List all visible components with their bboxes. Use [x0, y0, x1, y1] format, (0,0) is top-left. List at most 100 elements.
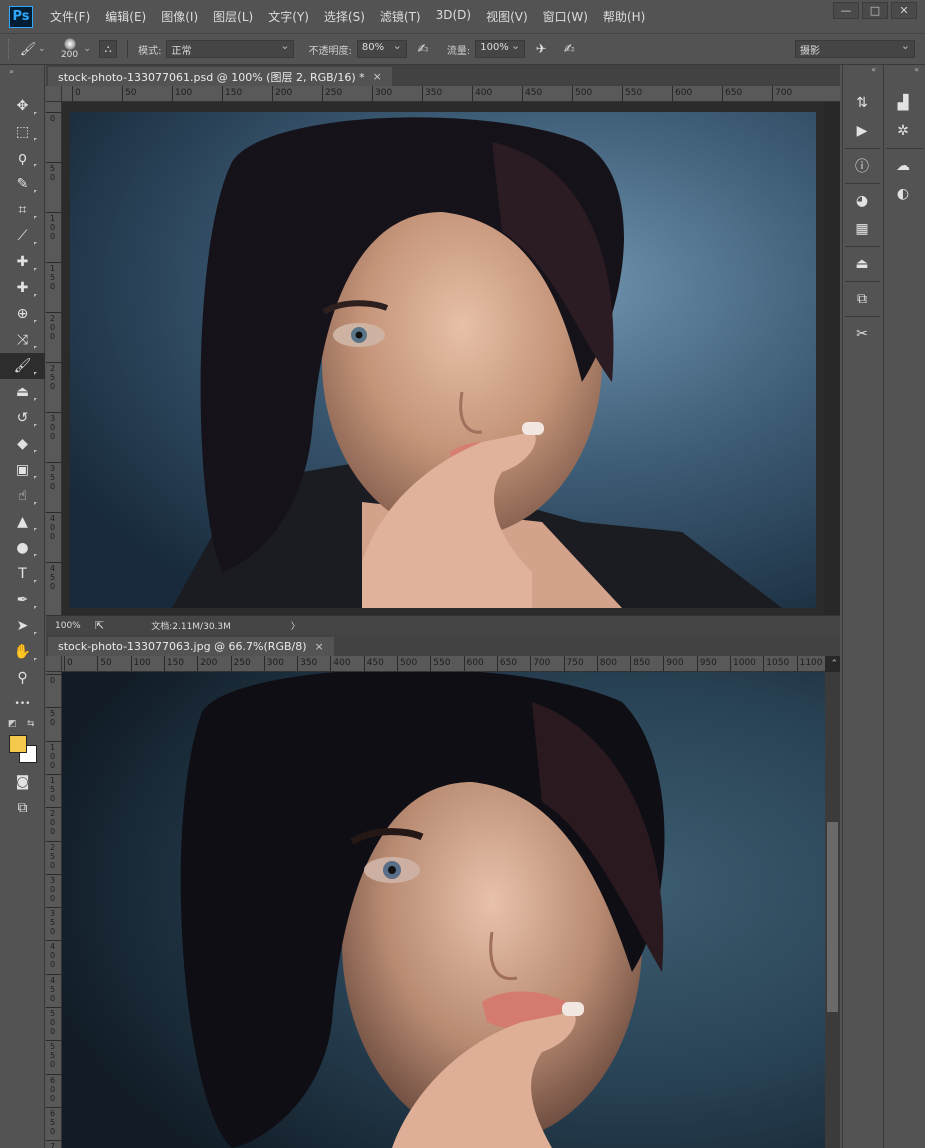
lasso-tool[interactable]: ϙ	[0, 145, 45, 171]
patch-tool[interactable]: ✚	[0, 275, 45, 301]
paths-panel-icon[interactable]: ⧉	[843, 285, 881, 313]
pressure-size-icon[interactable]: ✍	[559, 39, 579, 59]
menu-item-5[interactable]: 选择(S)	[324, 8, 365, 25]
collapse-dock-2-icon[interactable]: «	[884, 65, 925, 79]
eyedropper-tool[interactable]: ⟋	[0, 223, 45, 249]
more-tools-icon: •••	[14, 699, 31, 709]
libraries-panel-icon[interactable]: ☁	[884, 152, 922, 180]
color-panel-icon[interactable]: ◕	[843, 187, 881, 215]
doc2-hruler-tick: 400	[330, 656, 351, 671]
brush-size-picker[interactable]: 200	[56, 35, 84, 63]
workspace-select[interactable]: 摄影	[795, 39, 915, 58]
move-tool[interactable]: ✥	[0, 93, 45, 119]
brush-tool-icon: 🖌	[13, 358, 32, 374]
path-select-tool[interactable]: ➤	[0, 613, 45, 639]
menu-item-0[interactable]: 文件(F)	[50, 8, 90, 25]
doc1-hruler-tick: 300	[372, 86, 392, 101]
more-tools[interactable]: •••	[0, 691, 45, 717]
history-panel-icon[interactable]: ⇅	[843, 89, 881, 117]
brush-settings-panel-icon[interactable]: ⛬	[99, 40, 118, 58]
dodge-tool[interactable]: ●	[0, 535, 45, 561]
blend-mode-select[interactable]: 正常	[166, 39, 295, 58]
pressure-opacity-icon[interactable]: ✍	[413, 39, 433, 59]
screen-mode-icon[interactable]: ⧉	[0, 795, 45, 821]
menu-item-1[interactable]: 编辑(E)	[105, 8, 146, 25]
sharpen-tool[interactable]: ▲	[0, 509, 45, 535]
menu-item-4[interactable]: 文字(Y)	[268, 8, 309, 25]
doc2-hruler-tick: 850	[630, 656, 650, 671]
menu-item-10[interactable]: 帮助(H)	[603, 8, 645, 25]
smudge-tool[interactable]: ☝	[0, 483, 45, 509]
flow-input[interactable]: 100%	[475, 39, 526, 58]
doc2-ruler-origin[interactable]	[46, 656, 62, 672]
swap-colors-icon[interactable]: ⇆	[27, 719, 35, 729]
eraser-tool[interactable]: ◆	[0, 431, 45, 457]
brush-picker-chevron-icon[interactable]: ⌄	[84, 44, 92, 54]
navigator-panel-icon[interactable]: ✲	[884, 117, 922, 145]
color-swatches	[0, 733, 44, 767]
histogram-panel-icon[interactable]: ▟	[884, 89, 922, 117]
quick-select-tool[interactable]: ✎	[0, 171, 45, 197]
doc2-vertical-ruler[interactable]: 0 5 0 1 0 0 1 5 0 2 0 0 2 5 0 3 0 0 3 5 0 4 0 0 4…	[46, 672, 62, 1148]
doc1-vruler-tick: 4 0 0	[46, 512, 61, 541]
menu-item-7[interactable]: 3D(D)	[436, 8, 471, 25]
doc2-vertical-scrollbar[interactable]	[825, 672, 840, 1148]
brush-tool[interactable]: 🖌	[0, 353, 45, 379]
doc2-close-icon[interactable]: ×	[315, 640, 324, 653]
menu-item-3[interactable]: 图层(L)	[213, 8, 253, 25]
actions-panel-icon[interactable]: ▶	[843, 117, 881, 145]
doc1-zoom-value[interactable]: 100%	[55, 621, 95, 631]
history-brush-tool[interactable]: ↺	[0, 405, 45, 431]
adjustments-panel-icon[interactable]: ◐	[884, 180, 922, 208]
maximize-button[interactable]: □	[862, 2, 888, 19]
crop-tool[interactable]: ⌗	[0, 197, 45, 223]
doc2-hruler-tick: 450	[363, 656, 384, 671]
marquee-tool[interactable]: ⬚	[0, 119, 45, 145]
gradient-tool[interactable]: ▣	[0, 457, 45, 483]
doc1-ruler-origin[interactable]	[46, 86, 62, 102]
doc1-tab[interactable]: stock-photo-133077061.psd @ 100% (图层 2, …	[48, 67, 392, 86]
doc1-horizontal-ruler[interactable]: 0 50 100 150 200 250 300 350 400 450 500 550 600 650 7…	[62, 86, 840, 102]
menu-item-2[interactable]: 图像(I)	[161, 8, 198, 25]
tool-preset-chevron-icon[interactable]: ⌄	[38, 44, 46, 54]
tool-presets-panel-icon[interactable]: ✂	[843, 320, 881, 348]
doc1-vertical-ruler[interactable]: 0 5 0 1 0 0 1 5 0 2 0 0 2 5 0 3 0 0 3 5 0 4 0 0 4…	[46, 102, 62, 615]
opacity-input[interactable]: 80%	[356, 39, 407, 58]
content-aware-move-tool[interactable]: ⤨	[0, 327, 45, 353]
type-tool[interactable]: T	[0, 561, 45, 587]
clone-stamp-tool-icon: ⏏	[15, 384, 30, 400]
doc2-hruler-tick: 750	[563, 656, 584, 671]
collapse-dock-1-icon[interactable]: «	[843, 65, 882, 79]
doc2-canvas[interactable]	[62, 672, 825, 1148]
doc1-canvas[interactable]	[62, 102, 824, 615]
doc2-tab[interactable]: stock-photo-133077063.jpg @ 66.7%(RGB/8)…	[48, 637, 334, 656]
doc2-horizontal-ruler[interactable]: 0 50 100 150 200 250 300 350 400 450 500 550 600 650 7…	[62, 656, 825, 672]
brush-tool-preset-icon[interactable]: 🖌	[18, 39, 38, 59]
hand-tool[interactable]: ✋	[0, 639, 45, 665]
quick-mask-icon[interactable]: ◙	[0, 769, 45, 795]
doc2-vruler-tick: 1 5 0	[46, 773, 61, 803]
close-window-button[interactable]: ✕	[891, 2, 917, 19]
pen-tool[interactable]: ✒	[0, 587, 45, 613]
swatches-panel-icon[interactable]: ▦	[843, 215, 881, 243]
menu-item-6[interactable]: 滤镜(T)	[380, 8, 421, 25]
minimize-button[interactable]: —	[833, 2, 859, 19]
default-colors-icon[interactable]: ◩	[8, 719, 17, 729]
menu-item-8[interactable]: 视图(V)	[486, 8, 528, 25]
menu-item-9[interactable]: 窗口(W)	[543, 8, 588, 25]
doc1-close-icon[interactable]: ×	[373, 70, 382, 83]
red-eye-tool[interactable]: ⊕	[0, 301, 45, 327]
doc1-share-icon[interactable]: ⇱	[95, 619, 104, 632]
collapse-toolbar-icon[interactable]: »	[0, 65, 44, 79]
doc2-scroll-thumb[interactable]	[827, 822, 838, 1012]
healing-tool[interactable]: ✚	[0, 249, 45, 275]
zoom-tool[interactable]: ⚲	[0, 665, 45, 691]
doc2-scroll-up-icon[interactable]: ⌃	[830, 659, 838, 669]
airbrush-icon[interactable]: ✈	[531, 39, 551, 59]
foreground-color-swatch[interactable]	[9, 735, 27, 753]
info-panel-icon[interactable]: ⓘ	[843, 152, 881, 180]
clone-source-panel-icon[interactable]: ⏏	[843, 250, 881, 278]
mode-label: 模式:	[138, 45, 162, 57]
doc1-status-menu-icon[interactable]: 〉	[291, 619, 300, 632]
clone-stamp-tool[interactable]: ⏏	[0, 379, 45, 405]
